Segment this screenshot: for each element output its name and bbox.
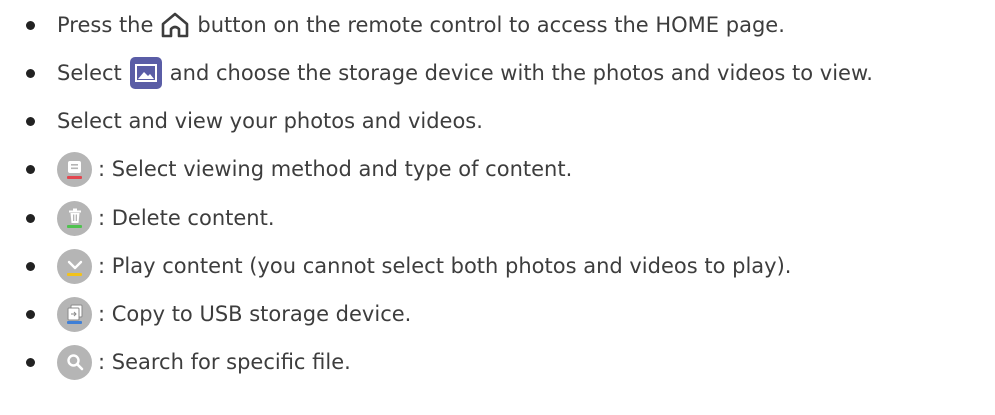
item-text: : Search for specific file. xyxy=(98,350,351,374)
item-text-post: and choose the storage device with the p… xyxy=(169,61,873,85)
bullet xyxy=(26,21,35,30)
bullet xyxy=(26,214,35,223)
play-select-icon xyxy=(57,248,92,284)
blue-key-indicator xyxy=(67,320,82,324)
bullet xyxy=(26,310,35,319)
green-key-indicator xyxy=(67,224,82,228)
bullet xyxy=(26,117,35,126)
view-options-icon xyxy=(57,151,92,187)
item-text-post: button on the remote control to access t… xyxy=(197,13,785,37)
search-icon xyxy=(57,344,92,380)
bullet xyxy=(26,358,35,367)
item-text: : Copy to USB storage device. xyxy=(98,302,412,326)
item-text-pre: Press the xyxy=(57,13,154,37)
bullet xyxy=(26,165,35,174)
bullet xyxy=(26,262,35,271)
item-text: : Select viewing method and type of cont… xyxy=(98,157,573,181)
item-text: Select and view your photos and videos. xyxy=(57,109,483,133)
instruction-list: Press the button on the remote control t… xyxy=(0,0,995,415)
photo-video-app-icon xyxy=(129,57,162,89)
home-icon xyxy=(159,10,191,40)
item-text: : Delete content. xyxy=(98,206,275,230)
item-text: : Play content (you cannot select both p… xyxy=(98,254,792,278)
bullet xyxy=(26,69,35,78)
copy-to-usb-icon xyxy=(57,296,92,332)
yellow-key-indicator xyxy=(67,272,82,276)
red-key-indicator xyxy=(67,175,82,179)
item-text-pre: Select xyxy=(57,61,122,85)
delete-icon xyxy=(57,200,92,236)
